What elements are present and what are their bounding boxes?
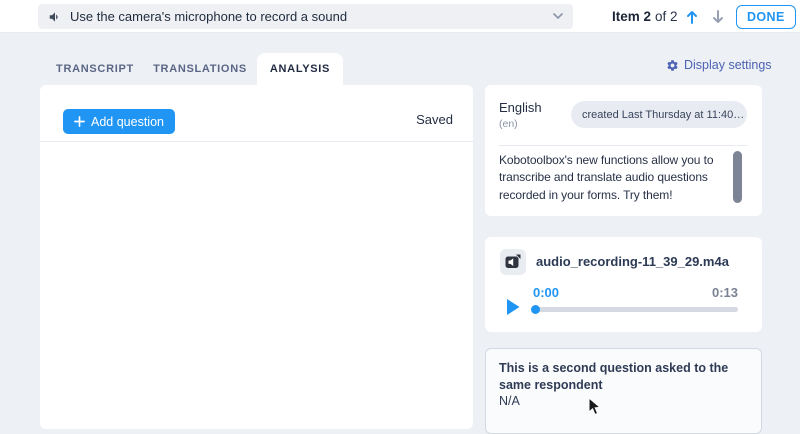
tab-transcript[interactable]: TRANSCRIPT xyxy=(54,53,136,85)
next-item-button[interactable] xyxy=(709,7,727,27)
add-question-button[interactable]: Add question xyxy=(63,109,175,134)
audio-file-icon xyxy=(500,249,526,275)
speaker-icon xyxy=(48,10,62,24)
progress-knob[interactable] xyxy=(531,305,540,314)
analysis-question-card: This is a second question asked to the s… xyxy=(485,348,762,434)
previous-item-button[interactable] xyxy=(683,7,701,27)
question-text: This is a second question asked to the s… xyxy=(499,361,729,392)
item-counter-current: Item 2 xyxy=(612,9,652,24)
analysis-panel: Add question Saved xyxy=(40,85,473,429)
tab-analysis[interactable]: ANALYSIS xyxy=(257,53,343,85)
answer-text: N/A xyxy=(499,394,520,408)
progress-bar[interactable] xyxy=(533,307,738,312)
item-counter: Item 2 of 2 xyxy=(612,0,678,33)
tab-translations[interactable]: TRANSLATIONS xyxy=(153,53,246,85)
mouse-cursor xyxy=(588,397,602,417)
display-settings-button[interactable]: Display settings xyxy=(666,56,772,74)
gear-icon xyxy=(666,59,679,72)
item-counter-total: of 2 xyxy=(655,9,678,24)
language-code: (en) xyxy=(499,118,518,130)
display-settings-label: Display settings xyxy=(684,58,772,72)
duration: 0:13 xyxy=(711,285,738,300)
audio-player-card: audio_recording-11_39_29.m4a 0:00 0:13 xyxy=(485,237,762,332)
chevron-down-icon xyxy=(553,13,563,20)
language-card: English (en) created Last Thursday at 11… xyxy=(485,85,762,216)
play-button[interactable] xyxy=(507,299,521,315)
audio-filename: audio_recording-11_39_29.m4a xyxy=(536,254,729,269)
created-badge: created Last Thursday at 11:40… xyxy=(571,101,747,128)
plus-icon xyxy=(74,116,85,127)
panel-divider xyxy=(40,141,473,142)
saved-status: Saved xyxy=(416,112,453,127)
language-card-divider xyxy=(499,145,748,146)
language-name: English xyxy=(499,100,542,115)
audio-question-label: Use the camera's microphone to record a … xyxy=(70,9,348,24)
top-bar: Use the camera's microphone to record a … xyxy=(0,0,800,33)
transcript-text: Kobotoolbox's new functions allow you to… xyxy=(499,153,714,202)
current-time: 0:00 xyxy=(533,285,560,300)
add-question-label: Add question xyxy=(91,114,164,129)
done-button[interactable]: DONE xyxy=(736,5,796,29)
audio-question-dropdown[interactable]: Use the camera's microphone to record a … xyxy=(38,4,573,29)
scrollbar-thumb[interactable] xyxy=(733,151,742,203)
